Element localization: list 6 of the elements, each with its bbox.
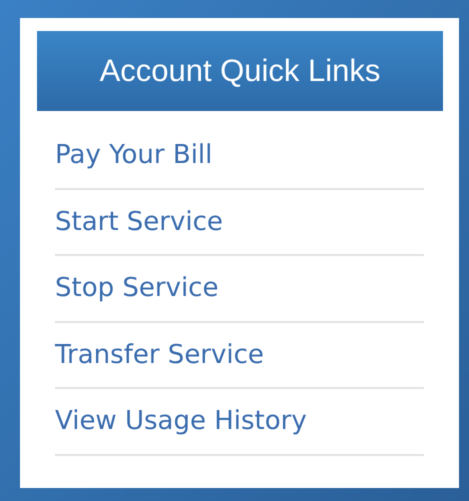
quick-link[interactable]: Pay Your Bill xyxy=(55,142,212,168)
quick-link[interactable]: View Usage History xyxy=(55,408,307,434)
quick-link[interactable]: Stop Service xyxy=(55,275,218,302)
quick-link[interactable]: Transfer Service xyxy=(55,342,264,368)
quick-link[interactable]: Start Service xyxy=(55,208,223,235)
panel-title: Account Quick Links xyxy=(100,52,380,90)
